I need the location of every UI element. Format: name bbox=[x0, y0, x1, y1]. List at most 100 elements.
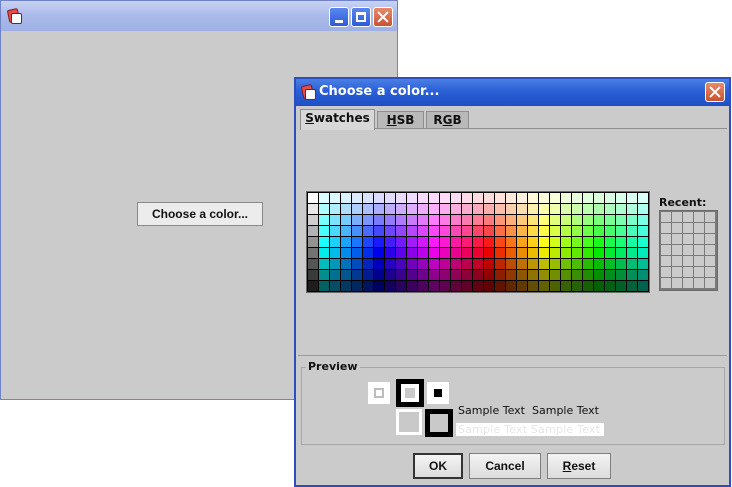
color-swatch[interactable] bbox=[385, 226, 395, 236]
color-swatch[interactable] bbox=[363, 237, 373, 247]
color-swatch[interactable] bbox=[352, 226, 362, 236]
color-swatch[interactable] bbox=[418, 226, 428, 236]
color-swatch[interactable] bbox=[352, 270, 362, 280]
color-swatch[interactable] bbox=[374, 237, 384, 247]
color-swatch[interactable] bbox=[583, 281, 593, 291]
color-swatch[interactable] bbox=[561, 270, 571, 280]
color-swatch[interactable] bbox=[352, 259, 362, 269]
color-swatch[interactable] bbox=[561, 248, 571, 258]
color-swatch[interactable] bbox=[451, 270, 461, 280]
color-swatch[interactable] bbox=[440, 259, 450, 269]
color-swatch[interactable] bbox=[550, 193, 560, 203]
recent-swatch[interactable] bbox=[672, 223, 682, 233]
color-swatch[interactable] bbox=[539, 270, 549, 280]
color-swatch[interactable] bbox=[594, 259, 604, 269]
color-swatch[interactable] bbox=[594, 215, 604, 225]
color-swatch[interactable] bbox=[451, 237, 461, 247]
color-swatch[interactable] bbox=[572, 193, 582, 203]
color-swatch[interactable] bbox=[484, 204, 494, 214]
color-swatch[interactable] bbox=[473, 270, 483, 280]
color-swatch[interactable] bbox=[429, 226, 439, 236]
color-swatch[interactable] bbox=[363, 259, 373, 269]
color-swatch[interactable] bbox=[374, 215, 384, 225]
color-swatch[interactable] bbox=[517, 204, 527, 214]
color-swatch[interactable] bbox=[385, 193, 395, 203]
recent-swatch[interactable] bbox=[672, 267, 682, 277]
color-swatch[interactable] bbox=[572, 215, 582, 225]
recent-swatch[interactable] bbox=[661, 223, 671, 233]
color-swatch[interactable] bbox=[583, 226, 593, 236]
color-swatch[interactable] bbox=[517, 270, 527, 280]
color-swatch[interactable] bbox=[528, 281, 538, 291]
color-swatch[interactable] bbox=[418, 270, 428, 280]
color-swatch[interactable] bbox=[572, 237, 582, 247]
color-swatch[interactable] bbox=[440, 270, 450, 280]
color-swatch[interactable] bbox=[451, 193, 461, 203]
color-swatch[interactable] bbox=[627, 193, 637, 203]
color-swatch[interactable] bbox=[528, 237, 538, 247]
recent-swatch[interactable] bbox=[705, 223, 715, 233]
recent-swatch[interactable] bbox=[661, 256, 671, 266]
color-swatch[interactable] bbox=[319, 248, 329, 258]
recent-swatch[interactable] bbox=[694, 267, 704, 277]
color-swatch[interactable] bbox=[407, 281, 417, 291]
color-swatch[interactable] bbox=[627, 237, 637, 247]
color-swatch[interactable] bbox=[341, 270, 351, 280]
color-swatch[interactable] bbox=[473, 259, 483, 269]
color-swatch[interactable] bbox=[341, 193, 351, 203]
color-swatch[interactable] bbox=[627, 204, 637, 214]
close-button[interactable] bbox=[373, 7, 393, 27]
color-swatch[interactable] bbox=[495, 215, 505, 225]
color-swatch[interactable] bbox=[616, 259, 626, 269]
color-swatch[interactable] bbox=[506, 248, 516, 258]
color-swatch[interactable] bbox=[308, 215, 318, 225]
color-swatch[interactable] bbox=[330, 226, 340, 236]
color-swatch[interactable] bbox=[572, 281, 582, 291]
color-swatch[interactable] bbox=[616, 281, 626, 291]
color-swatch[interactable] bbox=[539, 226, 549, 236]
color-swatch[interactable] bbox=[572, 204, 582, 214]
tab-hsb[interactable]: HSB bbox=[377, 111, 424, 129]
color-swatch[interactable] bbox=[550, 248, 560, 258]
color-swatch[interactable] bbox=[396, 193, 406, 203]
color-swatch[interactable] bbox=[451, 248, 461, 258]
color-swatch[interactable] bbox=[539, 281, 549, 291]
color-swatch[interactable] bbox=[308, 193, 318, 203]
color-swatch[interactable] bbox=[517, 215, 527, 225]
recent-swatch[interactable] bbox=[694, 223, 704, 233]
color-swatch[interactable] bbox=[374, 270, 384, 280]
color-swatch[interactable] bbox=[495, 259, 505, 269]
recent-swatch[interactable] bbox=[705, 267, 715, 277]
recent-swatch[interactable] bbox=[705, 212, 715, 222]
color-swatch[interactable] bbox=[429, 281, 439, 291]
color-swatch[interactable] bbox=[462, 204, 472, 214]
color-swatch[interactable] bbox=[418, 259, 428, 269]
color-swatch[interactable] bbox=[484, 248, 494, 258]
color-swatch[interactable] bbox=[594, 226, 604, 236]
color-swatch[interactable] bbox=[451, 226, 461, 236]
color-swatch[interactable] bbox=[583, 237, 593, 247]
color-swatch[interactable] bbox=[341, 204, 351, 214]
color-swatch[interactable] bbox=[440, 237, 450, 247]
color-swatch[interactable] bbox=[605, 270, 615, 280]
color-swatch[interactable] bbox=[407, 270, 417, 280]
color-swatch[interactable] bbox=[352, 215, 362, 225]
color-swatch[interactable] bbox=[473, 237, 483, 247]
color-swatch[interactable] bbox=[550, 259, 560, 269]
color-swatch[interactable] bbox=[363, 193, 373, 203]
cancel-button[interactable]: Cancel bbox=[469, 453, 541, 479]
color-swatch[interactable] bbox=[638, 259, 648, 269]
color-swatch[interactable] bbox=[627, 270, 637, 280]
color-swatch[interactable] bbox=[330, 193, 340, 203]
color-swatch[interactable] bbox=[550, 237, 560, 247]
color-swatch[interactable] bbox=[539, 215, 549, 225]
color-swatch[interactable] bbox=[418, 281, 428, 291]
color-swatch[interactable] bbox=[517, 248, 527, 258]
color-swatch[interactable] bbox=[473, 248, 483, 258]
color-swatch[interactable] bbox=[528, 248, 538, 258]
color-swatch[interactable] bbox=[462, 270, 472, 280]
color-swatch[interactable] bbox=[352, 237, 362, 247]
color-swatch[interactable] bbox=[363, 215, 373, 225]
color-swatch[interactable] bbox=[495, 204, 505, 214]
color-swatch[interactable] bbox=[385, 270, 395, 280]
